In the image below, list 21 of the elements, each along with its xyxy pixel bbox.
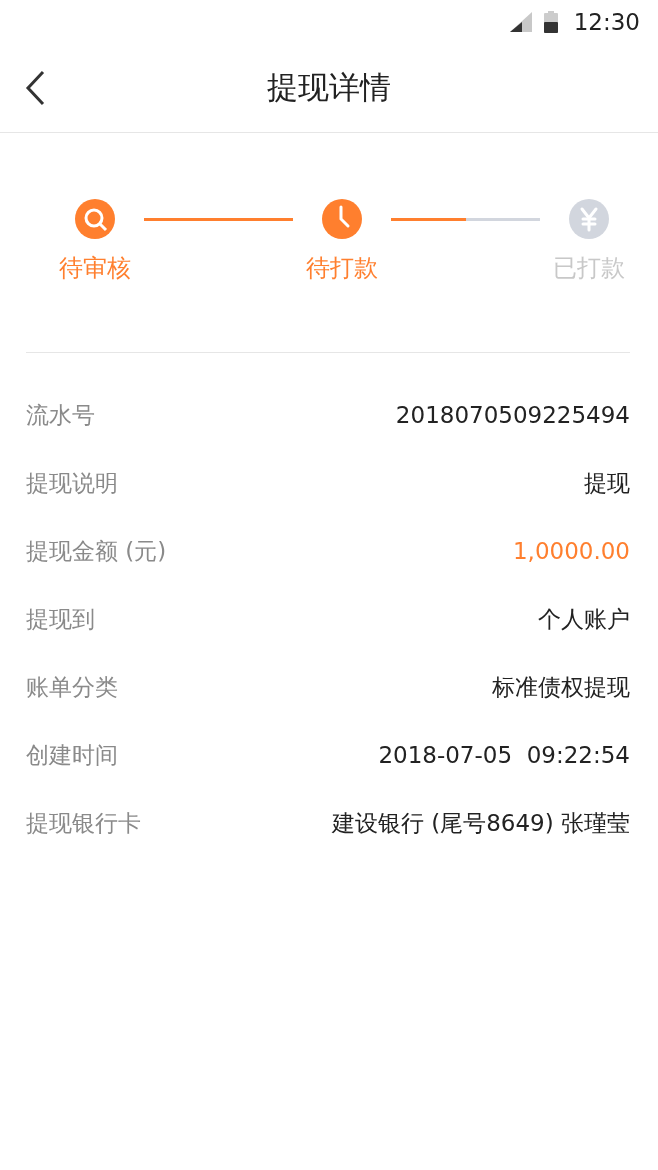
detail-value: 2018-07-05 09:22:54 bbox=[378, 742, 630, 768]
detail-value: 1,0000.00 bbox=[512, 538, 630, 564]
detail-label: 提现说明 bbox=[26, 468, 118, 498]
status-time: 12:30 bbox=[573, 9, 640, 35]
battery-icon bbox=[543, 11, 558, 33]
detail-value: 标准债权提现 bbox=[492, 672, 630, 702]
detail-label: 创建时间 bbox=[26, 740, 118, 770]
detail-label: 提现金额 (元) bbox=[26, 536, 167, 566]
detail-value: 提现 bbox=[584, 468, 630, 498]
detail-label: 账单分类 bbox=[26, 672, 118, 702]
detail-value: 建设银行 (尾号8649) 张瑾莹 bbox=[331, 808, 630, 838]
detail-label: 流水号 bbox=[26, 400, 95, 430]
step-label: 待审核 bbox=[59, 253, 131, 284]
detail-value: 2018070509225494 bbox=[395, 402, 630, 428]
signal-icon bbox=[509, 12, 532, 32]
back-icon[interactable] bbox=[25, 70, 45, 106]
page-title: 提现详情 bbox=[267, 68, 391, 107]
step-label: 待打款 bbox=[306, 253, 378, 284]
detail-label: 提现银行卡 bbox=[26, 808, 141, 838]
detail-label: 提现到 bbox=[26, 604, 95, 634]
detail-value: 个人账户 bbox=[538, 604, 630, 634]
